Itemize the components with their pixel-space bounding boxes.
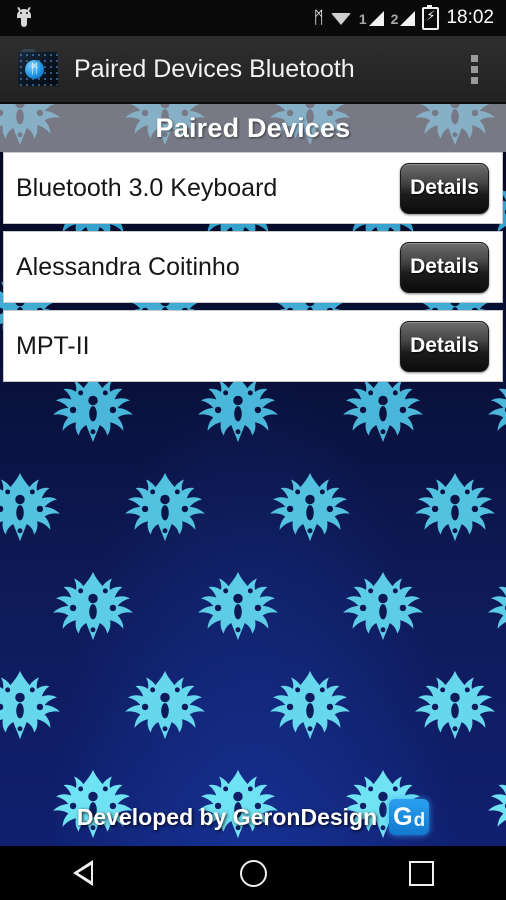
damask-motif (262, 471, 358, 545)
overflow-dot (470, 65, 478, 73)
damask-motif (117, 669, 213, 743)
status-bar: ᛗ 1 2 ⚡ 18:02 (0, 0, 506, 36)
logo-letter-g: G (393, 802, 413, 831)
status-bar-left (0, 6, 314, 28)
damask-motif (117, 471, 213, 545)
recents-square-icon (409, 860, 435, 886)
bluetooth-icon: ᛗ (313, 7, 324, 28)
device-name: Alessandra Coitinho (16, 252, 240, 281)
sim1-signal-icon: 1 (358, 10, 384, 27)
damask-motif (407, 669, 503, 743)
overflow-menu-button[interactable] (452, 36, 496, 102)
logo-letter-d: d (413, 810, 426, 831)
bluetooth-badge-icon: ᛗ (25, 60, 44, 79)
footer-credit: Developed by GeronDesign G d (0, 796, 506, 838)
recents-button[interactable] (337, 846, 506, 900)
page-title: Paired Devices (155, 112, 351, 143)
home-button[interactable] (169, 846, 338, 900)
paired-device-row[interactable]: Alessandra Coitinho Details (3, 231, 503, 303)
device-name: Bluetooth 3.0 Keyboard (16, 173, 278, 202)
developer-credit-text: Developed by GeronDesign (76, 803, 378, 830)
wifi-icon (330, 11, 352, 26)
paired-devices-list: Bluetooth 3.0 Keyboard Details Alessandra … (0, 152, 506, 389)
bluetooth-device-app-icon: ᛗ (16, 49, 60, 89)
damask-motif (407, 471, 503, 545)
status-bar-clock: 18:02 (446, 7, 494, 28)
action-bar: ᛗ Paired Devices Bluetooth (0, 36, 506, 104)
sim2-label: 2 (390, 10, 399, 27)
details-button[interactable]: Details (400, 241, 489, 293)
gerondesign-logo-icon: G d (389, 799, 430, 835)
status-bar-right: ᛗ 1 2 ⚡ 18:02 (313, 4, 506, 30)
damask-motif (0, 471, 68, 545)
back-triangle-icon (73, 860, 95, 886)
home-circle-icon (239, 859, 267, 887)
damask-motif (480, 570, 506, 644)
damask-motif (45, 570, 141, 644)
sim2-signal-icon: 2 (390, 10, 416, 27)
damask-motif (262, 669, 358, 743)
section-header-band: Paired Devices (0, 104, 506, 152)
battery-charging-icon: ⚡ (422, 4, 440, 30)
android-nav-bar (0, 846, 506, 900)
back-button[interactable] (0, 846, 169, 900)
overflow-dot (470, 76, 478, 84)
sim1-label: 1 (358, 10, 367, 27)
paired-device-row[interactable]: MPT-II Details (3, 310, 503, 382)
app-title: Paired Devices Bluetooth (74, 54, 355, 83)
paired-device-row[interactable]: Bluetooth 3.0 Keyboard Details (3, 152, 503, 224)
details-button[interactable]: Details (400, 162, 489, 214)
details-button[interactable]: Details (400, 320, 489, 372)
device-name: MPT-II (16, 331, 90, 360)
damask-motif (190, 570, 286, 644)
damask-motif (335, 570, 431, 644)
overflow-dot (470, 54, 478, 62)
battery-bolt-glyph: ⚡ (426, 8, 436, 24)
damask-motif (0, 669, 68, 743)
phone-screen: ᛗ 1 2 ⚡ 18:02 ᛗ Paired Devices Bluetooth (0, 0, 506, 900)
android-robot-icon (14, 6, 34, 28)
content-area: Paired Devices Bluetooth 3.0 Keyboard Det… (0, 104, 506, 846)
